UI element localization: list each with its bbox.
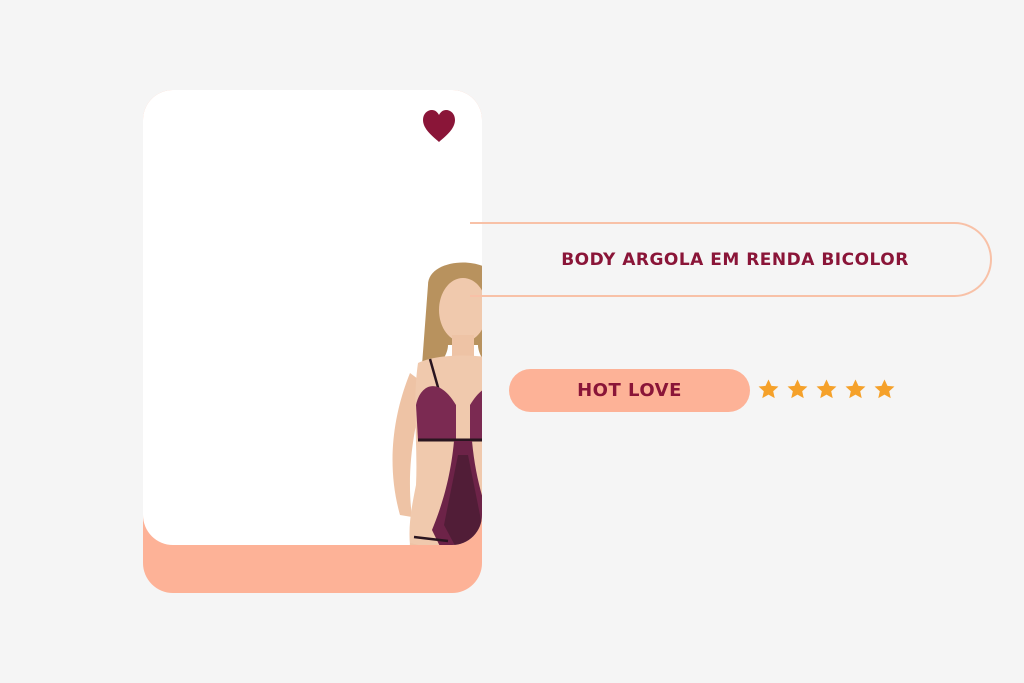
star-icon <box>845 379 866 399</box>
product-title: BODY ARGOLA EM RENDA BICOLOR <box>561 249 909 270</box>
star-icon <box>816 379 837 399</box>
brand-badge[interactable]: HOT LOVE <box>509 369 750 412</box>
product-image-card[interactable] <box>143 90 482 545</box>
product-title-pill: BODY ARGOLA EM RENDA BICOLOR <box>470 222 992 297</box>
star-icon <box>874 379 895 399</box>
star-rating <box>757 378 896 401</box>
star-icon <box>787 379 808 399</box>
favorite-heart-icon[interactable] <box>421 109 457 143</box>
star-icon <box>758 379 779 399</box>
brand-label: HOT LOVE <box>577 380 682 401</box>
product-image <box>392 262 482 545</box>
